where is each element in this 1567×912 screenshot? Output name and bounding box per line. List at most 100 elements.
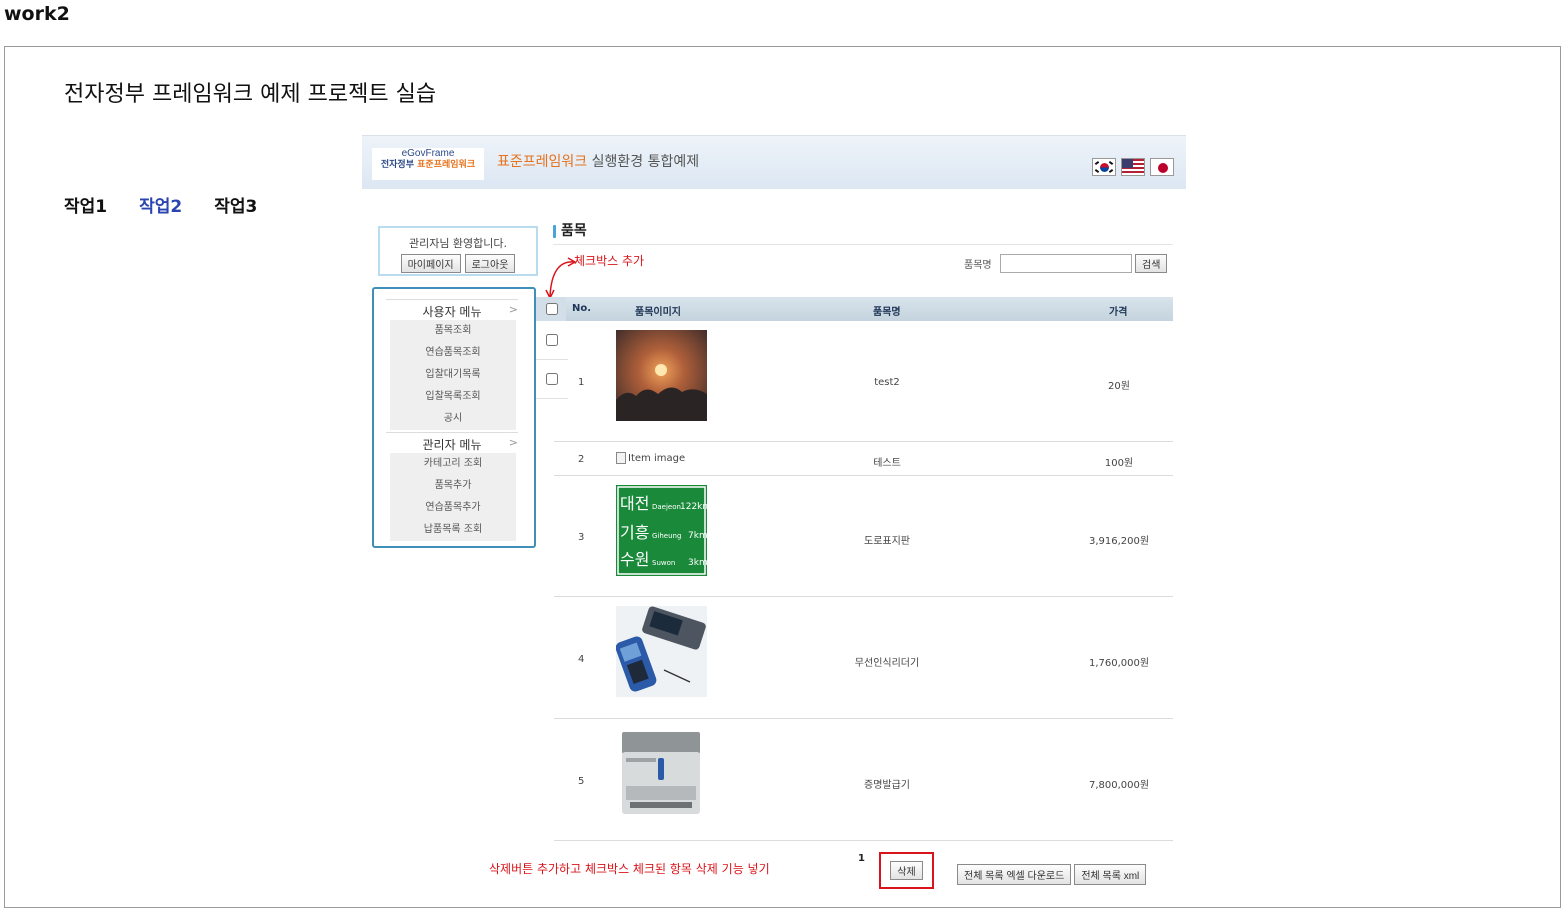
xml-list-button[interactable]: 전체 목록 xml (1074, 864, 1147, 885)
us-flag-canton (1122, 159, 1133, 168)
checkbox-header-cell (536, 297, 568, 321)
chevron-right-icon: > (508, 436, 518, 449)
annotation-arrow-icon (545, 257, 576, 300)
banner-title-highlight: 표준프레임워크 (497, 154, 588, 170)
item-price: 20원 (1108, 381, 1130, 392)
menu-item-add-item[interactable]: 품목추가 (390, 475, 516, 497)
welcome-text: 관리자님 환영합니다. (408, 237, 508, 250)
app-banner: eGovFrame 전자정부 표준프레임워크 표준프레임워크 실행환경 통합예제 (362, 135, 1186, 189)
row-number: 5 (578, 776, 585, 787)
table-row[interactable]: 4 무선인식리더기 1,760,000원 (554, 597, 1173, 719)
item-name: 도로표지판 (864, 536, 910, 547)
mypage-button[interactable]: 마이페이지 (400, 254, 461, 273)
menu-item-item-search[interactable]: 품목조회 (390, 320, 516, 342)
menu-item-bid-list[interactable]: 입찰목록조회 (390, 386, 516, 408)
logo-top-text: eGovFrame (401, 148, 455, 159)
welcome-box: 관리자님 환영합니다. 마이페이지 로그아웃 (378, 226, 538, 276)
item-image-road-sign[interactable]: 대전 Daejeon 122km 기흥 Giheung 7km 수원 Suwon… (616, 485, 707, 576)
trigram-mark (1108, 169, 1114, 173)
sign-line-2-en: Giheung (652, 532, 681, 540)
menu-item-notice[interactable]: 공시 (390, 408, 516, 430)
sign-line-1-dist: 122km (680, 502, 707, 512)
search-button[interactable]: 검색 (1135, 254, 1168, 273)
select-all-checkbox[interactable] (546, 303, 558, 315)
japan-flag-sun (1158, 163, 1168, 173)
item-image-kiosk[interactable] (616, 728, 707, 819)
image-alt-text: Item image (628, 452, 686, 464)
admin-menu-title-text: 관리자 메뉴 (422, 438, 482, 452)
egovframe-logo[interactable]: eGovFrame 전자정부 표준프레임워크 (372, 148, 484, 180)
sign-line-3-en: Suwon (652, 559, 675, 567)
road-sign-photo-icon: 대전 Daejeon 122km 기흥 Giheung 7km 수원 Suwon… (616, 485, 707, 576)
item-image-rfid-reader[interactable] (616, 606, 707, 697)
broken-image-icon (616, 452, 626, 464)
admin-menu-title[interactable]: 관리자 메뉴 > (386, 432, 518, 453)
page-heading: work2 (4, 3, 70, 25)
japan-flag-icon[interactable] (1150, 158, 1174, 176)
sign-line-1-en: Daejeon (652, 503, 681, 511)
section-title: 품목 (553, 220, 587, 240)
table-row[interactable]: 1 test2 20원 (554, 321, 1173, 442)
banner-title: 표준프레임워크 실행환경 통합예제 (497, 151, 699, 171)
annotation-delete-feature: 삭제버튼 추가하고 체크박스 체크된 항목 삭제 기능 넣기 (489, 862, 770, 876)
sign-line-2-ko: 기흥 (620, 523, 649, 542)
tab-work2[interactable]: 작업2 (139, 192, 182, 217)
item-name: 테스트 (873, 458, 901, 469)
item-price: 100원 (1104, 458, 1134, 469)
item-name-search-input[interactable] (1000, 254, 1132, 273)
delete-button[interactable]: 삭제 (890, 861, 923, 880)
work-tabs: 작업1 작업2 작업3 (64, 192, 257, 217)
annotation-add-checkbox: 체크박스 추가 (574, 254, 645, 268)
menu-item-add-practice[interactable]: 연습품목추가 (390, 497, 516, 519)
export-buttons: 전체 목록 엑셀 다운로드 전체 목록 xml (957, 864, 1147, 885)
logo-bottom-text: 전자정부 표준프레임워크 (372, 160, 484, 171)
title-bar-mark (553, 224, 556, 238)
item-name: 증명발급기 (864, 780, 910, 791)
table-header: No. 품목이미지 품목명 가격 (566, 297, 1173, 321)
column-header-image[interactable]: 품목이미지 (635, 303, 681, 318)
column-header-no[interactable]: No. (572, 303, 591, 314)
chevron-right-icon: > (508, 303, 518, 316)
column-header-price[interactable]: 가격 (1109, 303, 1127, 318)
side-menu: 사용자 메뉴 > 품목조회 연습품목조회 입찰대기목록 입찰목록조회 공시 관리자… (372, 287, 536, 548)
rfid-reader-photo-icon (616, 606, 707, 697)
menu-item-practice-search[interactable]: 연습품목조회 (390, 342, 516, 364)
row-number: 4 (578, 654, 585, 665)
menu-item-category[interactable]: 카테고리 조회 (390, 453, 516, 475)
table-row[interactable]: 5 증명발급기 7,800,000원 (554, 719, 1173, 841)
item-name: 무선인식리더기 (854, 658, 920, 669)
section-title-text: 품목 (561, 223, 587, 239)
main-title: 전자정부 프레임워크 예제 프로젝트 실습 (64, 82, 437, 107)
kiosk-printer-photo-icon (616, 728, 707, 819)
row-number: 3 (578, 532, 585, 543)
item-price: 7,800,000원 (1088, 780, 1150, 791)
admin-menu-list: 카테고리 조회 품목추가 연습품목추가 납품목록 조회 (390, 453, 516, 541)
page-number[interactable]: 1 (858, 853, 865, 864)
table-row[interactable]: 2 Item image 테스트 100원 (554, 442, 1173, 476)
column-header-name[interactable]: 품목명 (873, 303, 901, 318)
tab-work3[interactable]: 작업3 (214, 192, 257, 217)
item-image-sunset[interactable] (616, 330, 707, 421)
menu-item-bid-waiting[interactable]: 입찰대기목록 (390, 364, 516, 386)
user-menu-title-text: 사용자 메뉴 (422, 305, 482, 319)
logo-bottom-prefix: 전자정부 (380, 160, 418, 170)
logout-button[interactable]: 로그아웃 (464, 254, 516, 273)
menu-item-delivery-list[interactable]: 납품목록 조회 (390, 519, 516, 541)
korea-flag-icon[interactable] (1092, 158, 1116, 176)
excel-download-button[interactable]: 전체 목록 엑셀 다운로드 (957, 864, 1072, 885)
delete-highlight-box: 삭제 (879, 852, 934, 889)
sign-line-1-ko: 대전 (620, 494, 649, 513)
banner-title-rest: 실행환경 통합예제 (587, 154, 700, 170)
usa-flag-icon[interactable] (1121, 158, 1145, 176)
tab-work1[interactable]: 작업1 (64, 192, 107, 217)
sign-line-3-dist: 3km (688, 558, 707, 568)
user-menu-list: 품목조회 연습품목조회 입찰대기목록 입찰목록조회 공시 (390, 320, 516, 430)
table-row[interactable]: 3 대전 Daejeon 122km 기흥 Giheung 7km 수원 Suw… (554, 476, 1173, 597)
sunset-photo-icon (616, 330, 707, 421)
item-image-broken[interactable]: Item image (616, 452, 685, 464)
user-menu-title[interactable]: 사용자 메뉴 > (386, 299, 518, 320)
search-label: 품목명 (964, 260, 992, 271)
sign-line-2-dist: 7km (688, 531, 707, 541)
row-number: 1 (578, 377, 585, 388)
welcome-buttons: 마이페이지 로그아웃 (380, 254, 536, 273)
